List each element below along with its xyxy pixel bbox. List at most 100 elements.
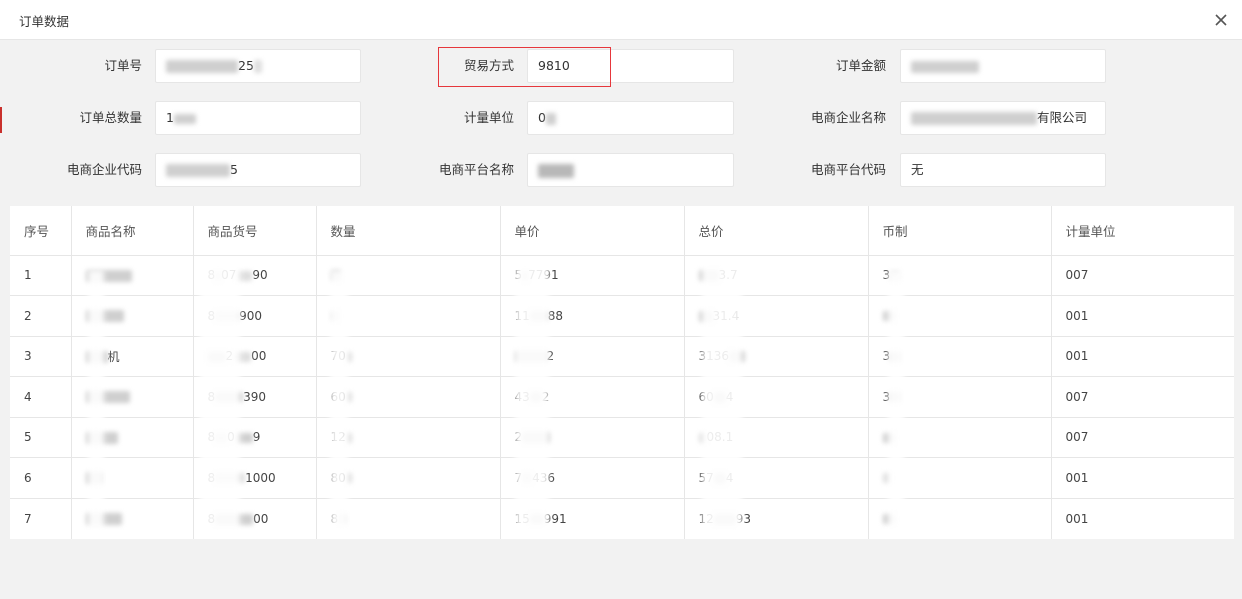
cell-qty: 70 (316, 336, 501, 377)
cell-unit-price: 5 7791 (500, 255, 685, 296)
cell-qty: 12 (316, 417, 501, 458)
cell-unit: 001 (1051, 457, 1234, 499)
cell-unit: 007 (1051, 376, 1234, 418)
cell-unit: 001 (1051, 336, 1234, 377)
order-amount-label: 订单金额 (835, 58, 886, 73)
cell-qty (316, 295, 501, 337)
ecom-company-name-field[interactable]: 有限公司 (900, 101, 1106, 135)
order-amount-field[interactable] (900, 49, 1106, 83)
redacted-mask (166, 164, 230, 177)
cell-currency: 3 (868, 376, 1052, 418)
redacted-mask (85, 391, 130, 404)
cell-seq: 5 (10, 417, 72, 458)
redacted-mask (345, 473, 352, 484)
table-row[interactable]: 4 8 390 60 43 2 60 4 3 007 (10, 376, 1234, 418)
redacted-mask (882, 432, 895, 443)
cell-total: 3136 (684, 336, 869, 377)
redacted-mask (345, 351, 352, 362)
cell-unit-price: 15 991 (500, 498, 685, 539)
cell-seq: 4 (10, 376, 72, 418)
col-header-name: 商品名称 (71, 206, 194, 256)
unit-field[interactable]: 0 (527, 101, 734, 135)
redacted-mask (545, 112, 556, 125)
redacted-mask (882, 311, 895, 322)
col-header-sku: 商品货号 (193, 206, 317, 256)
order-no-field[interactable]: 25 (155, 49, 361, 83)
redacted-mask (522, 270, 529, 281)
highlight-box (438, 47, 611, 87)
cell-currency (868, 417, 1052, 458)
cell-name (71, 255, 194, 296)
col-header-unit: 计量单位 (1051, 206, 1234, 256)
redacted-mask (345, 392, 352, 403)
redacted-mask (330, 311, 339, 322)
redacted-mask (882, 514, 895, 524)
redacted-mask (207, 351, 226, 362)
redacted-mask (234, 432, 253, 443)
cell-sku: 8 900 (193, 295, 317, 337)
redacted-mask (882, 473, 891, 484)
ecom-company-name-label: 电商企业名称 (810, 110, 886, 125)
cell-sku: 809 (193, 417, 317, 458)
order-total-qty-label: 订单总数量 (79, 110, 142, 125)
cell-total: 3.7 (684, 255, 869, 296)
table-row[interactable]: 5 809 12 2 08.1 007 (10, 417, 1234, 458)
redacted-mask (215, 473, 246, 484)
redacted-mask (85, 431, 118, 444)
redacted-mask (215, 392, 244, 403)
redacted-mask (729, 351, 746, 363)
redacted-mask (215, 432, 228, 443)
cell-currency (868, 295, 1052, 337)
cell-total: 60 4 (684, 376, 869, 418)
ecom-platform-name-field[interactable] (527, 153, 734, 187)
table-row[interactable]: 1 8 07 90 5 7791 3.7 3 007 (10, 255, 1234, 296)
ecom-platform-name-label: 电商平台名称 (438, 162, 514, 177)
redacted-mask (215, 270, 222, 281)
redacted-mask (253, 60, 262, 73)
redacted-mask (85, 472, 102, 485)
table-row[interactable]: 7 8 00 8 15 991 12 93 001 (10, 498, 1234, 539)
redacted-mask (85, 513, 122, 525)
cell-total: 08.1 (684, 417, 869, 458)
redacted-mask (85, 269, 132, 282)
redacted-mask (698, 432, 707, 443)
redacted-mask (330, 270, 341, 282)
cell-currency: 3 (868, 336, 1052, 377)
redacted-mask (890, 392, 901, 403)
redacted-mask (529, 311, 548, 322)
ecom-company-code-field[interactable]: 5 (155, 153, 361, 187)
ecom-platform-code-field[interactable]: 无 (900, 153, 1106, 187)
redacted-mask (529, 392, 542, 403)
cell-sku: 8 390 (193, 376, 317, 418)
cell-name (71, 457, 194, 499)
cell-unit-price: 2 (500, 417, 685, 458)
redacted-mask (698, 270, 719, 282)
table-row[interactable]: 2 8 900 11 88 31.4 001 (10, 295, 1234, 337)
cell-sku: 8 07 90 (193, 255, 317, 296)
redacted-mask (338, 514, 347, 524)
close-icon[interactable] (1213, 12, 1229, 28)
table-row[interactable]: 6 8 1000 80 7 436 57 4 001 (10, 457, 1234, 499)
redacted-mask (522, 432, 551, 444)
cell-total: 31.4 (684, 295, 869, 337)
table-row[interactable]: 3 机 2 00 70 2 3136 3 001 (10, 336, 1234, 377)
cell-total: 57 4 (684, 457, 869, 499)
col-header-unit-price: 单价 (500, 206, 685, 256)
cell-sku: 8 1000 (193, 457, 317, 499)
redacted-mask (890, 351, 901, 362)
cell-unit: 007 (1051, 255, 1234, 296)
cell-name: 机 (71, 336, 194, 377)
redacted-mask (713, 391, 726, 403)
dialog-header: 订单数据 (0, 0, 1242, 40)
cell-unit: 007 (1051, 417, 1234, 458)
cell-unit-price: 7 436 (500, 457, 685, 499)
order-total-qty-field[interactable]: 1 (155, 101, 361, 135)
cell-seq: 6 (10, 457, 72, 499)
cell-unit-price: 11 88 (500, 295, 685, 337)
cell-currency (868, 457, 1052, 499)
redacted-mask (911, 112, 1037, 125)
cell-qty: 60 (316, 376, 501, 418)
cell-sku: 2 00 (193, 336, 317, 377)
cell-unit: 001 (1065, 511, 1089, 526)
redacted-mask (236, 270, 253, 281)
